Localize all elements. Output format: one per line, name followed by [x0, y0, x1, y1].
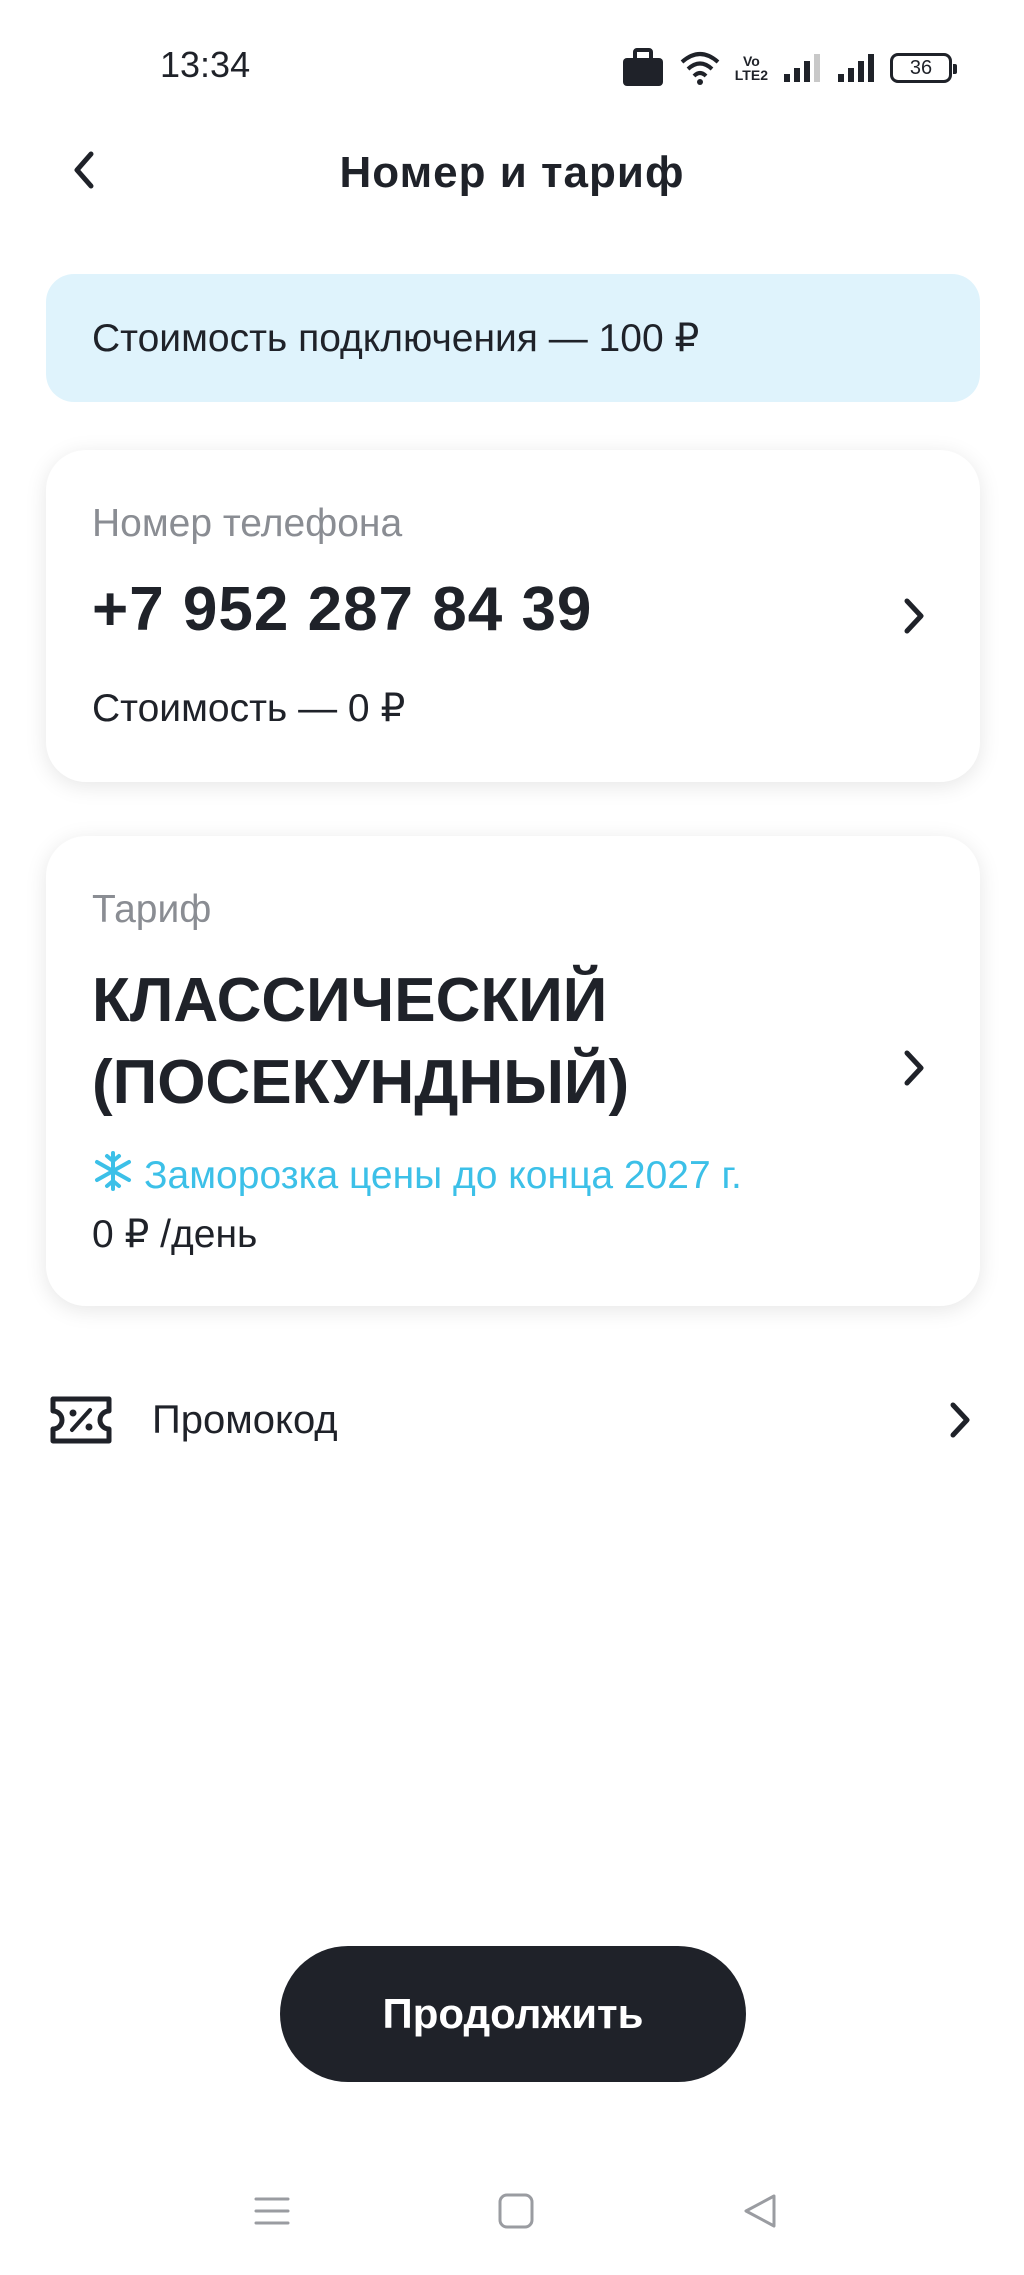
snowflake-icon [92, 1150, 134, 1202]
phone-number-card[interactable]: Номер телефона +7 952 287 84 39 Стоимост… [46, 450, 980, 782]
status-icons: Vo LTE2 36 [621, 46, 957, 90]
phone-cost: Стоимость — 0 ₽ [92, 687, 406, 730]
battery-icon: 36 [890, 53, 957, 83]
battery-level: 36 [909, 56, 933, 79]
price-freeze-note: Заморозка цены до конца 2027 г. [92, 1150, 742, 1202]
tariff-label: Тариф [92, 888, 212, 931]
tariff-name: КЛАССИЧЕСКИЙ (ПОСЕКУНДНЫЙ) [92, 966, 630, 1117]
page-title: Номер и тариф [339, 148, 685, 197]
status-bar: 13:34 Vo LTE2 36 [0, 0, 1024, 140]
chevron-right-icon [894, 596, 934, 636]
phone-label: Номер телефона [92, 502, 403, 545]
tariff-price: 0 ₽ /день [92, 1213, 258, 1256]
home-icon[interactable] [486, 2186, 546, 2236]
volte-bottom: LTE2 [734, 67, 768, 83]
back-triangle-icon[interactable] [730, 2186, 790, 2236]
volte-icon: Vo LTE2 [735, 54, 768, 82]
chevron-right-icon [940, 1400, 980, 1440]
continue-button[interactable]: Продолжить [280, 1946, 746, 2082]
promo-label: Промокод [152, 1397, 338, 1442]
freeze-text: Заморозка цены до конца 2027 г. [144, 1154, 742, 1197]
banner-text: Стоимость подключения — 100 ₽ [92, 316, 700, 360]
tariff-card[interactable]: Тариф КЛАССИЧЕСКИЙ (ПОСЕКУНДНЫЙ) Замороз… [46, 836, 980, 1306]
briefcase-icon [621, 48, 665, 88]
promo-code-row[interactable]: Промокод [46, 1380, 980, 1460]
coupon-percent-icon [46, 1392, 116, 1448]
menu-icon[interactable] [242, 2186, 302, 2236]
signal-icon [836, 52, 876, 84]
status-time: 13:34 [160, 44, 251, 85]
signal-icon [782, 52, 822, 84]
connection-cost-banner: Стоимость подключения — 100 ₽ [46, 274, 980, 402]
chevron-right-icon [894, 1048, 934, 1088]
system-nav-bar [0, 2170, 1024, 2250]
wifi-icon [679, 50, 721, 86]
phone-number: +7 952 287 84 39 [92, 575, 593, 644]
header: Номер и тариф [0, 130, 1024, 214]
